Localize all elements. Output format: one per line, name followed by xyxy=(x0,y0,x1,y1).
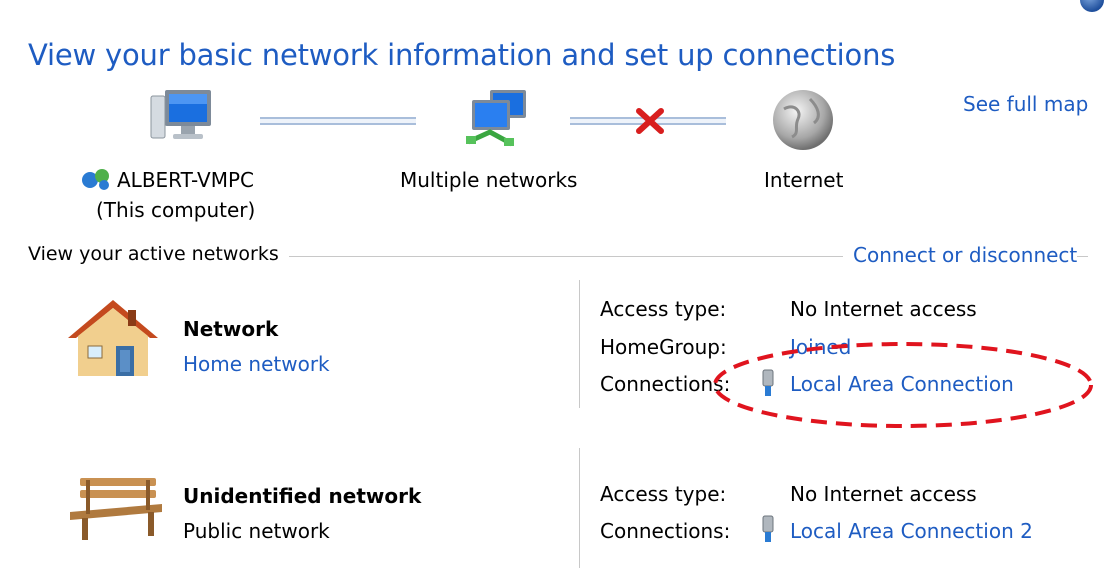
globe-icon xyxy=(773,90,833,150)
network-2-divider xyxy=(579,448,580,568)
page-title: View your basic network information and … xyxy=(28,38,896,72)
network-1-homegroup-link[interactable]: Joined xyxy=(790,335,851,359)
computer-icon xyxy=(150,90,211,139)
ethernet-plug-icon xyxy=(762,515,774,542)
network-1-divider xyxy=(579,280,580,408)
network-1-connection-link[interactable]: Local Area Connection xyxy=(790,372,1014,396)
active-networks-header: View your active networks xyxy=(28,243,289,265)
connection-line-computer xyxy=(260,117,416,125)
network-2-type: Public network xyxy=(183,519,330,543)
network-share-icon xyxy=(82,169,109,190)
network-2-access-type-label: Access type: xyxy=(600,482,727,506)
house-icon[interactable] xyxy=(64,296,162,380)
see-full-map-link[interactable]: See full map xyxy=(963,92,1088,116)
internet-label: Internet xyxy=(764,168,844,192)
network-1-access-type-label: Access type: xyxy=(600,297,727,321)
disconnected-x-icon[interactable] xyxy=(634,107,666,135)
connect-or-disconnect-link[interactable]: Connect or disconnect xyxy=(843,243,1078,267)
network-1-type-link[interactable]: Home network xyxy=(183,352,330,376)
computer-subtitle: (This computer) xyxy=(96,198,256,222)
network-2-connection-link[interactable]: Local Area Connection 2 xyxy=(790,519,1033,543)
network-1-access-type-value: No Internet access xyxy=(790,297,977,321)
multiple-networks-icon xyxy=(466,90,526,147)
network-2-name: Unidentified network xyxy=(183,484,422,508)
computer-name: ALBERT-VMPC xyxy=(117,168,255,192)
network-1-homegroup-label: HomeGroup: xyxy=(600,335,727,359)
network-1-connections-label: Connections: xyxy=(600,372,731,396)
network-2-connections-label: Connections: xyxy=(600,519,731,543)
network-2-access-type-value: No Internet access xyxy=(790,482,977,506)
network-1-name: Network xyxy=(183,317,279,341)
ethernet-plug-icon xyxy=(762,369,774,396)
help-icon[interactable] xyxy=(1080,0,1104,12)
multiple-networks-label: Multiple networks xyxy=(400,168,578,192)
bench-icon xyxy=(70,478,162,540)
